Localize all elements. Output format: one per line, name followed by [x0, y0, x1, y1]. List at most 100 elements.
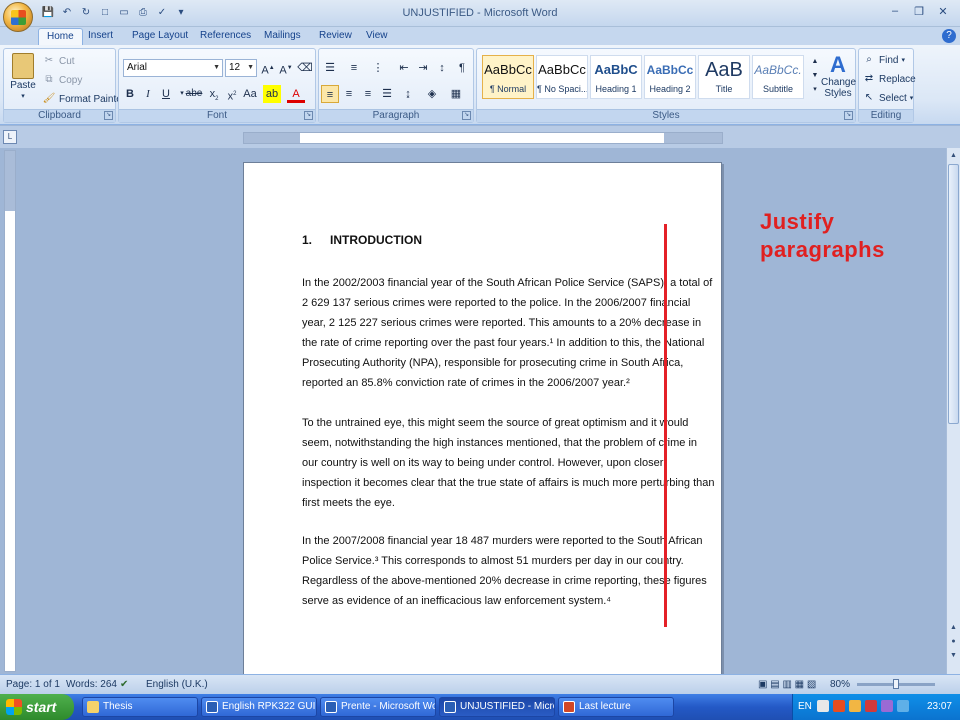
word-count[interactable]: Words: 264: [66, 679, 117, 690]
format-painter-button[interactable]: 🖌 Format Painter: [42, 92, 126, 106]
sort-icon[interactable]: ↕: [433, 59, 451, 77]
task-label: Thesis: [103, 701, 133, 712]
cut-button[interactable]: ✂ Cut: [42, 54, 75, 68]
office-button[interactable]: [3, 2, 33, 32]
vertical-ruler[interactable]: [4, 150, 16, 672]
style-preview: AaBbCc: [484, 62, 532, 77]
tab-stop-selector-icon[interactable]: L: [3, 130, 17, 144]
language-indicator[interactable]: English (U.K.): [146, 679, 208, 690]
horizontal-ruler[interactable]: [243, 132, 723, 144]
shrink-font-icon[interactable]: A▼: [277, 59, 295, 77]
superscript-icon[interactable]: x2: [223, 85, 241, 103]
style-heading-2[interactable]: AaBbCc Heading 2: [644, 55, 696, 99]
taskbar-item-prente[interactable]: Prente - Microsoft Word: [320, 697, 436, 717]
scrollbar-thumb[interactable]: [948, 164, 959, 424]
paragraph-line: Regardless of the above-mentioned 20% de…: [302, 575, 707, 587]
page-count[interactable]: Page: 1 of 1: [6, 679, 60, 690]
subscript-icon[interactable]: x2: [205, 85, 223, 103]
taskbar-item-last-lecture[interactable]: Last lecture: [558, 697, 674, 717]
volume-tray-icon[interactable]: [897, 700, 909, 712]
clear-formatting-icon[interactable]: ⌫: [296, 59, 314, 77]
decrease-indent-icon[interactable]: ⇤: [395, 59, 413, 77]
select-browse-object-icon[interactable]: ●: [948, 636, 959, 648]
align-center-icon[interactable]: ≡: [340, 85, 358, 103]
vertical-scrollbar[interactable]: ▲ ▲ ● ▼: [946, 148, 960, 674]
paste-button[interactable]: Paste ▾: [8, 53, 38, 100]
bullets-icon[interactable]: ☰: [321, 59, 339, 77]
multilevel-list-icon[interactable]: ⋮: [369, 59, 387, 77]
tab-mailings[interactable]: Mailings: [256, 28, 309, 45]
style-name: ¶ Normal: [489, 84, 527, 94]
minimize-icon[interactable]: –: [884, 3, 906, 19]
close-icon[interactable]: ✕: [932, 3, 954, 19]
taskbar-item-unjustified[interactable]: UNJUSTIFIED - Micro...: [439, 697, 555, 717]
network-tray-icon[interactable]: [849, 700, 861, 712]
align-right-icon[interactable]: ≡: [359, 85, 377, 103]
taskbar-item-thesis[interactable]: Thesis: [82, 697, 198, 717]
restore-icon[interactable]: ❐: [908, 3, 930, 19]
antivirus-tray-icon[interactable]: [865, 700, 877, 712]
copy-button[interactable]: ⧉ Copy: [42, 73, 82, 87]
paragraph-line: In the 2007/2008 financial year 18 487 m…: [302, 535, 703, 547]
tab-page-layout[interactable]: Page Layout: [124, 28, 196, 45]
show-formatting-marks-icon[interactable]: ¶: [453, 59, 471, 77]
style-heading-1[interactable]: AaBbC Heading 1: [590, 55, 642, 99]
zoom-level[interactable]: 80%: [830, 679, 850, 690]
scroll-up-icon[interactable]: ▲: [948, 150, 959, 162]
font-color-icon[interactable]: A: [287, 85, 305, 103]
grow-font-icon[interactable]: A▲: [259, 59, 277, 77]
task-label: Last lecture: [579, 701, 631, 712]
select-button[interactable]: ↖ Select ▾: [862, 91, 914, 105]
help-icon[interactable]: ?: [942, 29, 956, 43]
bold-icon[interactable]: B: [121, 85, 139, 103]
tab-home[interactable]: Home: [38, 28, 83, 45]
styles-launcher-icon[interactable]: ↘: [844, 111, 853, 120]
style-no-spacing[interactable]: AaBbCc ¶ No Spaci...: [536, 55, 588, 99]
taskbar-item-english-guide[interactable]: English RPK322 GUID...: [201, 697, 317, 717]
line-spacing-icon[interactable]: ↨: [399, 85, 417, 103]
style-subtitle[interactable]: AaBbCc. Subtitle: [752, 55, 804, 99]
scroll-down-icon[interactable]: ▼: [948, 650, 959, 662]
replace-button[interactable]: ⇄ Replace: [862, 72, 916, 86]
help-tray-icon[interactable]: [817, 700, 829, 712]
tab-references[interactable]: References: [192, 28, 259, 45]
justify-icon[interactable]: ☰: [378, 85, 396, 103]
style-normal[interactable]: AaBbCc ¶ Normal: [482, 55, 534, 99]
borders-icon[interactable]: ▦: [447, 85, 465, 103]
paragraph-line: reported an 85.8% conviction rate of cri…: [302, 377, 630, 389]
view-buttons-icon[interactable]: ▣ ▤ ▥ ▦ ▧: [758, 679, 816, 690]
style-title[interactable]: AaB Title: [698, 55, 750, 99]
font-group: Arial ▼ 12 ▼ A▲ A▼ ⌫ B I U ▾ abe x2 x2 Aa …: [118, 48, 316, 123]
align-left-icon[interactable]: ≡: [321, 85, 339, 103]
change-styles-button[interactable]: A Change Styles: [821, 53, 856, 100]
clipboard-launcher-icon[interactable]: ↘: [104, 111, 113, 120]
paragraph-launcher-icon[interactable]: ↘: [462, 111, 471, 120]
find-button[interactable]: ⌕ Find ▾: [862, 53, 905, 67]
zoom-slider-knob[interactable]: [893, 679, 899, 689]
heading-number: 1.: [302, 233, 313, 247]
security-tray-icon[interactable]: [833, 700, 845, 712]
clock[interactable]: 23:07: [927, 701, 952, 712]
zoom-slider[interactable]: [857, 679, 935, 689]
increase-indent-icon[interactable]: ⇥: [414, 59, 432, 77]
change-case-icon[interactable]: Aa: [241, 85, 259, 103]
paragraph-line: To the untrained eye, this might seem th…: [302, 417, 689, 429]
numbering-icon[interactable]: ≡: [345, 59, 363, 77]
document-page[interactable]: 1. INTRODUCTION In the 2002/2003 financia…: [243, 162, 722, 674]
italic-icon[interactable]: I: [139, 85, 157, 103]
tab-insert[interactable]: Insert: [80, 28, 121, 45]
messenger-tray-icon[interactable]: [881, 700, 893, 712]
highlight-icon[interactable]: ab: [263, 85, 281, 103]
font-name-box[interactable]: Arial ▼: [123, 59, 223, 77]
strikethrough-icon[interactable]: abe: [185, 85, 203, 103]
font-launcher-icon[interactable]: ↘: [304, 111, 313, 120]
tab-view[interactable]: View: [358, 28, 396, 45]
tab-review[interactable]: Review: [311, 28, 360, 45]
font-size-box[interactable]: 12 ▼: [225, 59, 257, 77]
input-language[interactable]: EN: [798, 701, 812, 712]
style-name: Title: [715, 84, 733, 94]
start-button[interactable]: start: [0, 694, 74, 720]
proofing-icon[interactable]: ✔: [120, 679, 128, 690]
shading-icon[interactable]: ◈: [423, 85, 441, 103]
scroll-up-icon[interactable]: ▲: [948, 622, 959, 634]
